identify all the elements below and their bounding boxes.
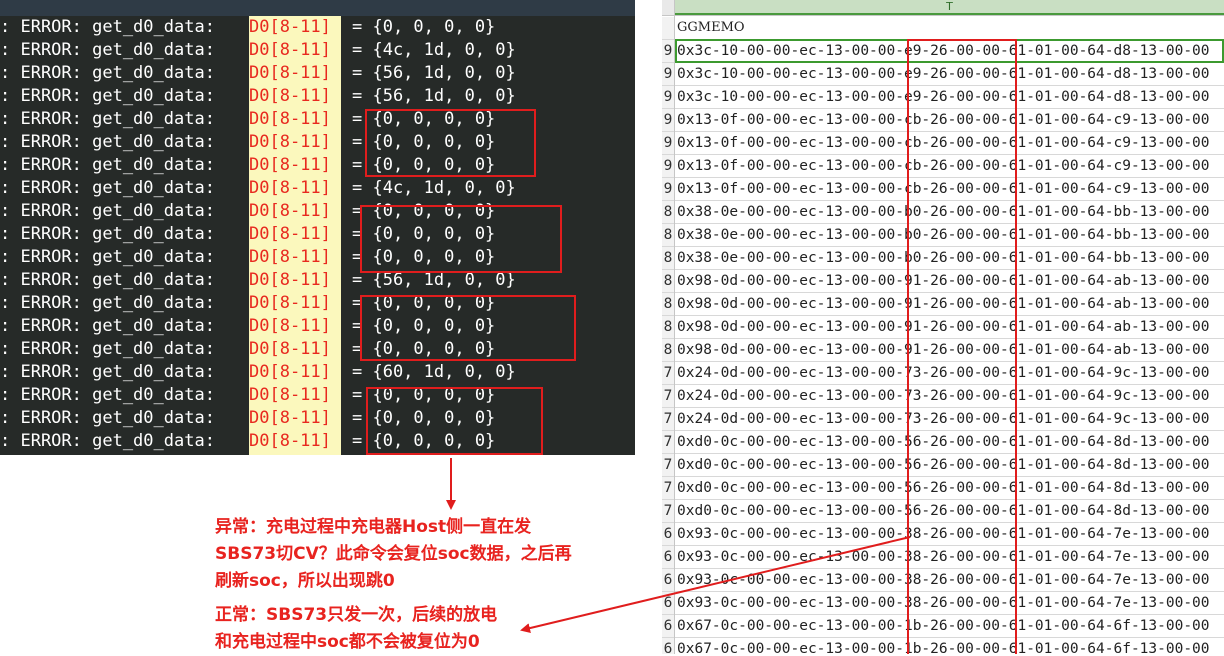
spreadsheet-panel: T GGMEMO 9 0x3c-10-00-00-ec-13-00-00-e9-26… [662,0,1224,654]
normal-note: 正常：SBS73只发一次，后续的放电 和充电过程中soc都不会被复位为0 [215,602,497,656]
log-register: D0[8-11] [249,339,331,359]
row-number: 9 [662,40,674,62]
abnormal-note: 异常：充电过程中充电器Host侧一直在发 SBS73切CV？此命令会复位soc数… [215,514,572,595]
zero-group-box-4 [366,387,543,455]
log-prefix: : ERROR: get_d0_data: [0,362,215,382]
column-header-bar: T [662,0,1224,16]
log-value: = {56, 1d, 0, 0} [352,63,516,83]
row-number-divider [674,15,675,654]
row-number: 7 [662,500,674,522]
abnormal-note-line-3: 刷新soc，所以出现跳0 [215,571,395,591]
sheet-header-row: GGMEMO [662,17,1224,40]
row-number: 8 [662,293,674,315]
row-number: 7 [662,431,674,453]
log-prefix: : ERROR: get_d0_data: [0,178,215,198]
log-register: D0[8-11] [249,270,331,290]
row-number: 8 [662,247,674,269]
log-register: D0[8-11] [249,431,331,451]
log-prefix: : ERROR: get_d0_data: [0,431,215,451]
log-register: D0[8-11] [249,178,331,198]
zero-group-box-2 [360,205,562,273]
normal-note-line-1: 正常：SBS73只发一次，后续的放电 [215,605,498,625]
row-number: 9 [662,178,674,200]
log-register: D0[8-11] [249,86,331,106]
row-number: 6 [662,592,674,614]
log-prefix: : ERROR: get_d0_data: [0,132,215,152]
log-register: D0[8-11] [249,132,331,152]
row-number: 6 [662,523,674,545]
log-register: D0[8-11] [249,247,331,267]
log-prefix: : ERROR: get_d0_data: [0,86,215,106]
row-number: 7 [662,408,674,430]
zero-group-box-1 [365,109,536,177]
log-register: D0[8-11] [249,408,331,428]
row-number: 8 [662,339,674,361]
row-number: 9 [662,86,674,108]
log-prefix: : ERROR: get_d0_data: [0,247,215,267]
log-register: D0[8-11] [249,201,331,221]
row-number: 6 [662,546,674,568]
row-number: 7 [662,362,674,384]
row-number: 6 [662,615,674,637]
log-register: D0[8-11] [249,155,331,175]
log-register: D0[8-11] [249,385,331,405]
row-number: 9 [662,155,674,177]
log-prefix: : ERROR: get_d0_data: [0,63,215,83]
log-prefix: : ERROR: get_d0_data: [0,270,215,290]
log-value: = {4c, 1d, 0, 0} [352,40,516,60]
log-register: D0[8-11] [249,109,331,129]
row-number: 9 [662,132,674,154]
abnormal-note-line-2: SBS73切CV？此命令会复位soc数据，之后再 [215,544,572,564]
log-register: D0[8-11] [249,63,331,83]
terminal-top-bar [0,0,635,16]
log-prefix: : ERROR: get_d0_data: [0,316,215,336]
log-prefix: : ERROR: get_d0_data: [0,385,215,405]
row-number: 7 [662,477,674,499]
zero-group-box-3 [360,295,576,361]
row-number: 7 [662,385,674,407]
log-prefix: : ERROR: get_d0_data: [0,408,215,428]
log-prefix: : ERROR: get_d0_data: [0,201,215,221]
log-prefix: : ERROR: get_d0_data: [0,224,215,244]
log-value: = {56, 1d, 0, 0} [352,86,516,106]
row-number: 8 [662,201,674,223]
abnormal-note-line-1: 异常：充电过程中充电器Host侧一直在发 [215,517,532,537]
column-header-T[interactable]: T [675,0,1224,15]
log-value: = {60, 1d, 0, 0} [352,362,516,382]
log-register: D0[8-11] [249,316,331,336]
log-register: D0[8-11] [249,224,331,244]
log-prefix: : ERROR: get_d0_data: [0,40,215,60]
log-register: D0[8-11] [249,40,331,60]
log-register: D0[8-11] [249,293,331,313]
log-value: = {4c, 1d, 0, 0} [352,178,516,198]
row-number: 8 [662,316,674,338]
log-value: = {0, 0, 0, 0} [352,17,496,37]
row-number: 6 [662,638,674,654]
soc-bytes-highlight-box [907,39,1017,654]
row-number: 8 [662,224,674,246]
log-prefix: : ERROR: get_d0_data: [0,339,215,359]
row-number: 8 [662,270,674,292]
normal-note-line-2: 和充电过程中soc都不会被复位为0 [215,632,480,652]
row-number: 9 [662,109,674,131]
terminal-log-panel: : ERROR: get_d0_data: D0[8-11] = {0, 0, 0,… [0,0,635,455]
log-prefix: : ERROR: get_d0_data: [0,155,215,175]
log-register: D0[8-11] [249,17,331,37]
log-prefix: : ERROR: get_d0_data: [0,293,215,313]
header-cell[interactable]: GGMEMO [677,17,745,39]
log-prefix: : ERROR: get_d0_data: [0,109,215,129]
log-register: D0[8-11] [249,362,331,382]
row-number: 7 [662,454,674,476]
log-prefix: : ERROR: get_d0_data: [0,17,215,37]
row-number-header [662,0,675,15]
row-number [662,17,674,39]
row-number: 9 [662,63,674,85]
row-number: 6 [662,569,674,591]
